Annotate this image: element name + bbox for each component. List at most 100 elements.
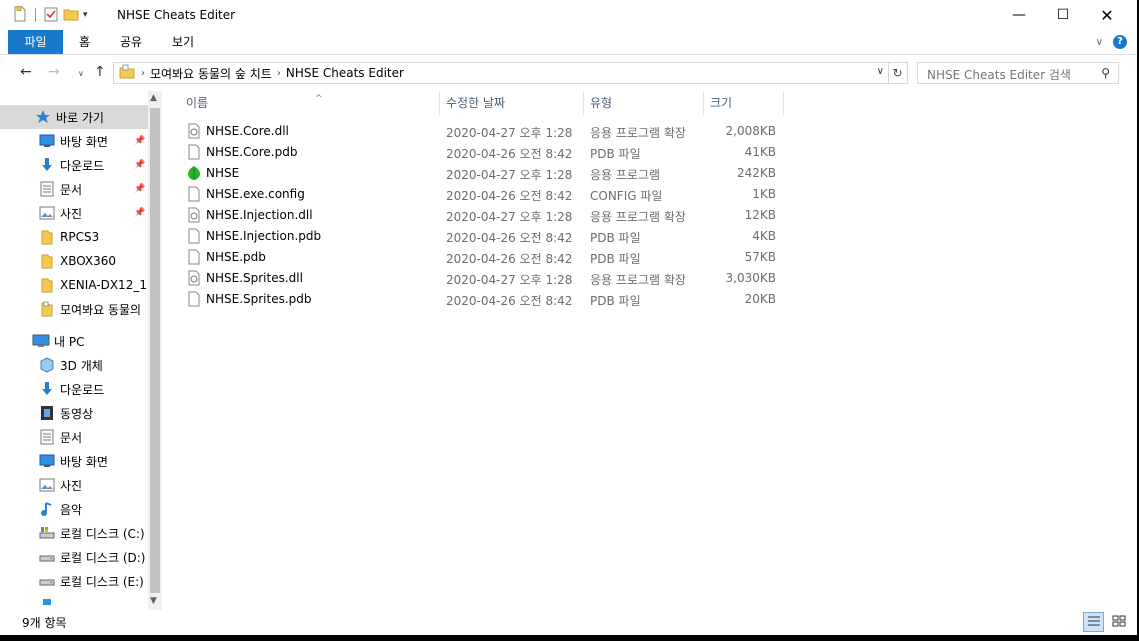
scrollbar-thumb[interactable]: [150, 108, 160, 593]
breadcrumb-current[interactable]: NHSE Cheats Editer: [286, 66, 404, 80]
desktop-icon: [38, 453, 56, 469]
nav-item-desktop[interactable]: 바탕 화면: [0, 449, 148, 473]
file-name: NHSE.exe.config: [206, 187, 305, 201]
column-header-type[interactable]: 유형: [584, 91, 704, 115]
nav-item-network-partial[interactable]: [0, 597, 148, 610]
download-icon: [38, 157, 56, 173]
maximize-button[interactable]: ☐: [1040, 0, 1086, 30]
3d-objects-icon: [38, 357, 56, 373]
column-header-date[interactable]: 수정한 날짜: [440, 91, 584, 115]
forward-button[interactable]: →: [48, 64, 60, 80]
address-bar[interactable]: › 모여봐요 동물의 숲 치트 › NHSE Cheats Editer ∨: [113, 62, 889, 84]
nav-item-desktop[interactable]: 바탕 화면 📌: [0, 129, 148, 153]
file-date: 2020-04-27 오후 1:28: [446, 126, 573, 140]
minimize-button[interactable]: —: [996, 0, 1042, 30]
videos-icon: [38, 405, 56, 421]
customize-dropdown-icon[interactable]: ▾: [83, 10, 88, 20]
nav-item-folder[interactable]: XBOX360: [0, 249, 148, 273]
pin-icon[interactable]: 📌: [134, 160, 145, 170]
file-name: NHSE: [206, 166, 240, 180]
search-icon[interactable]: ⚲: [1101, 66, 1110, 80]
nav-label: RPCS3: [60, 230, 100, 244]
pin-icon[interactable]: 📌: [134, 184, 145, 194]
folder-icon: [38, 277, 56, 293]
nav-item-pictures[interactable]: 사진 📌: [0, 201, 148, 225]
nav-quick-access[interactable]: 바로 가기: [0, 105, 148, 129]
nav-scrollbar[interactable]: ▲ ▼: [148, 91, 162, 610]
nav-label: 사진: [60, 206, 83, 221]
tab-home[interactable]: 홈: [71, 30, 98, 54]
scroll-up-icon[interactable]: ▲: [150, 93, 157, 103]
column-header-size[interactable]: 크기: [704, 91, 784, 115]
recent-locations-button[interactable]: ∨: [78, 69, 84, 78]
file-type: PDB 파일: [590, 294, 641, 308]
dll-icon: [186, 270, 202, 286]
nav-item-folder[interactable]: XENIA-DX12_1.0: [0, 273, 148, 297]
up-button[interactable]: ↑: [94, 64, 106, 80]
app-leaf-icon: [186, 165, 202, 181]
checklist-icon[interactable]: [43, 6, 59, 25]
nav-this-pc[interactable]: 내 PC: [0, 329, 148, 353]
large-icons-view-button[interactable]: [1108, 612, 1129, 632]
expand-ribbon-icon[interactable]: ∨: [1096, 37, 1103, 48]
nav-item-drive-d[interactable]: 로컬 디스크 (D:): [0, 545, 148, 569]
file-type: PDB 파일: [590, 231, 641, 245]
nav-item-folder[interactable]: 모여봐요 동물의: [0, 297, 148, 321]
tab-view[interactable]: 보기: [164, 30, 202, 54]
search-input[interactable]: NHSE Cheats Editer 검색 ⚲: [917, 62, 1119, 84]
folder-icon: [38, 229, 56, 245]
nav-item-videos[interactable]: 동영상: [0, 401, 148, 425]
pin-icon[interactable]: 📌: [134, 208, 145, 218]
properties-icon[interactable]: [12, 5, 28, 25]
tab-share[interactable]: 공유: [112, 30, 150, 54]
breadcrumb-parent[interactable]: 모여봐요 동물의 숲 치트: [150, 65, 272, 82]
file-date: 2020-04-27 오후 1:28: [446, 168, 573, 182]
nav-item-downloads[interactable]: 다운로드 📌: [0, 153, 148, 177]
file-row[interactable]: NHSE.Core.pdb 2020-04-26 오전 8:42 PDB 파일 …: [180, 142, 780, 163]
details-view-button[interactable]: [1083, 612, 1104, 632]
breadcrumb-separator[interactable]: ›: [141, 68, 145, 79]
close-button[interactable]: ✕: [1084, 0, 1130, 30]
address-row: ← → ∨ ↑ › 모여봐요 동물의 숲 치트 › NHSE Cheats Ed…: [0, 56, 1137, 90]
nav-item-drive-e[interactable]: 로컬 디스크 (E:): [0, 569, 148, 593]
nav-item-3d-objects[interactable]: 3D 개체: [0, 353, 148, 377]
nav-item-folder[interactable]: RPCS3: [0, 225, 148, 249]
back-button[interactable]: ←: [20, 64, 32, 80]
file-row[interactable]: NHSE.exe.config 2020-04-26 오전 8:42 CONFI…: [180, 184, 780, 205]
nav-label: 문서: [60, 182, 83, 197]
nav-item-pictures[interactable]: 사진: [0, 473, 148, 497]
new-folder-icon[interactable]: [63, 6, 79, 25]
tab-file[interactable]: 파일: [8, 30, 63, 54]
title-bar: ▾ NHSE Cheats Editer — ☐ ✕: [0, 0, 1137, 30]
file-row[interactable]: NHSE.Injection.dll 2020-04-27 오후 1:28 응용…: [180, 205, 780, 226]
file-date: 2020-04-27 오후 1:28: [446, 273, 573, 287]
file-date: 2020-04-27 오후 1:28: [446, 210, 573, 224]
nav-item-documents[interactable]: 문서: [0, 425, 148, 449]
config-icon: [186, 186, 202, 202]
ribbon-tabs: 파일 홈 공유 보기 ∨ ?: [0, 30, 1137, 55]
file-row[interactable]: NHSE.Sprites.dll 2020-04-27 오후 1:28 응용 프…: [180, 268, 780, 289]
file-row[interactable]: NHSE.Core.dll 2020-04-27 오후 1:28 응용 프로그램…: [180, 121, 780, 142]
file-name: NHSE.Injection.pdb: [206, 229, 322, 243]
address-dropdown-icon[interactable]: ∨: [877, 66, 884, 77]
nav-label: 바탕 화면: [60, 454, 108, 469]
file-row[interactable]: NHSE.Injection.pdb 2020-04-26 오전 8:42 PD…: [180, 226, 780, 247]
file-row[interactable]: NHSE.pdb 2020-04-26 오전 8:42 PDB 파일 57KB: [180, 247, 780, 268]
pin-icon[interactable]: 📌: [134, 136, 145, 146]
nav-item-music[interactable]: 음악: [0, 497, 148, 521]
scroll-down-icon[interactable]: ▼: [150, 596, 157, 606]
drive-icon: [38, 549, 56, 565]
refresh-button[interactable]: ↻: [888, 62, 908, 84]
details-view-icon: [1087, 615, 1101, 630]
file-size: 242KB: [736, 166, 776, 180]
column-header-name[interactable]: 이름 ^: [180, 91, 440, 115]
help-icon[interactable]: ?: [1113, 35, 1127, 49]
breadcrumb-separator[interactable]: ›: [277, 68, 281, 79]
file-row[interactable]: NHSE.Sprites.pdb 2020-04-26 오전 8:42 PDB …: [180, 289, 780, 310]
nav-item-downloads[interactable]: 다운로드: [0, 377, 148, 401]
nav-item-documents[interactable]: 문서 📌: [0, 177, 148, 201]
nav-item-drive-c[interactable]: 로컬 디스크 (C:): [0, 521, 148, 545]
file-type: 응용 프로그램: [590, 168, 661, 182]
documents-icon: [38, 181, 56, 197]
file-row[interactable]: NHSE 2020-04-27 오후 1:28 응용 프로그램 242KB: [180, 163, 780, 184]
